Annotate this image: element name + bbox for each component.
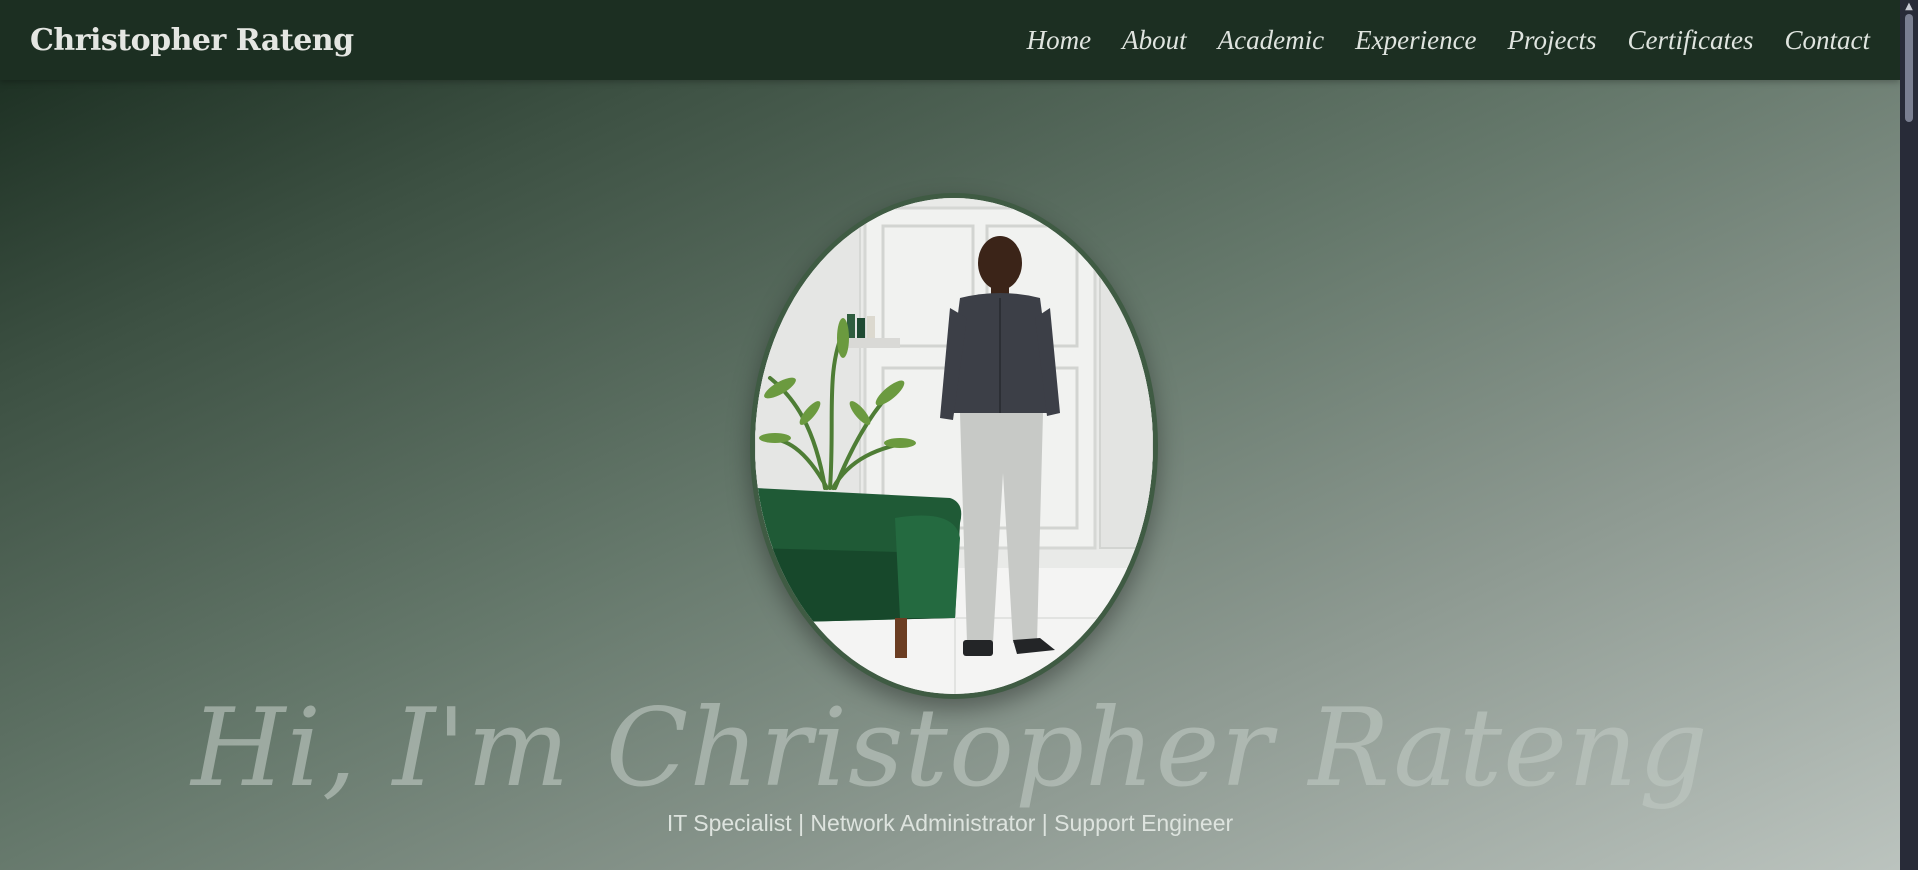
nav-projects[interactable]: Projects xyxy=(1508,25,1597,56)
chevron-up-icon[interactable]: ▲ xyxy=(1900,0,1918,14)
profile-photo-illustration xyxy=(755,198,1153,694)
site-brand[interactable]: Christopher Rateng xyxy=(30,23,354,58)
page: Christopher Rateng Home About Academic E… xyxy=(0,0,1918,870)
page-scrollbar[interactable]: ▲ xyxy=(1900,0,1918,870)
hero-subtitle: IT Specialist | Network Administrator | … xyxy=(666,810,1234,836)
scrollbar-thumb[interactable] xyxy=(1905,14,1913,122)
nav-certificates[interactable]: Certificates xyxy=(1628,25,1754,56)
profile-photo xyxy=(750,193,1158,699)
nav-contact[interactable]: Contact xyxy=(1785,25,1871,56)
nav-menu: Home About Academic Experience Projects … xyxy=(1027,25,1870,56)
nav-experience[interactable]: Experience xyxy=(1355,25,1476,56)
nav-about[interactable]: About xyxy=(1122,25,1187,56)
top-navbar: Christopher Rateng Home About Academic E… xyxy=(0,0,1900,80)
nav-home[interactable]: Home xyxy=(1027,25,1091,56)
nav-academic[interactable]: Academic xyxy=(1218,25,1324,56)
hero-title: Hi, I'm Christopher Rateng xyxy=(191,686,1709,811)
